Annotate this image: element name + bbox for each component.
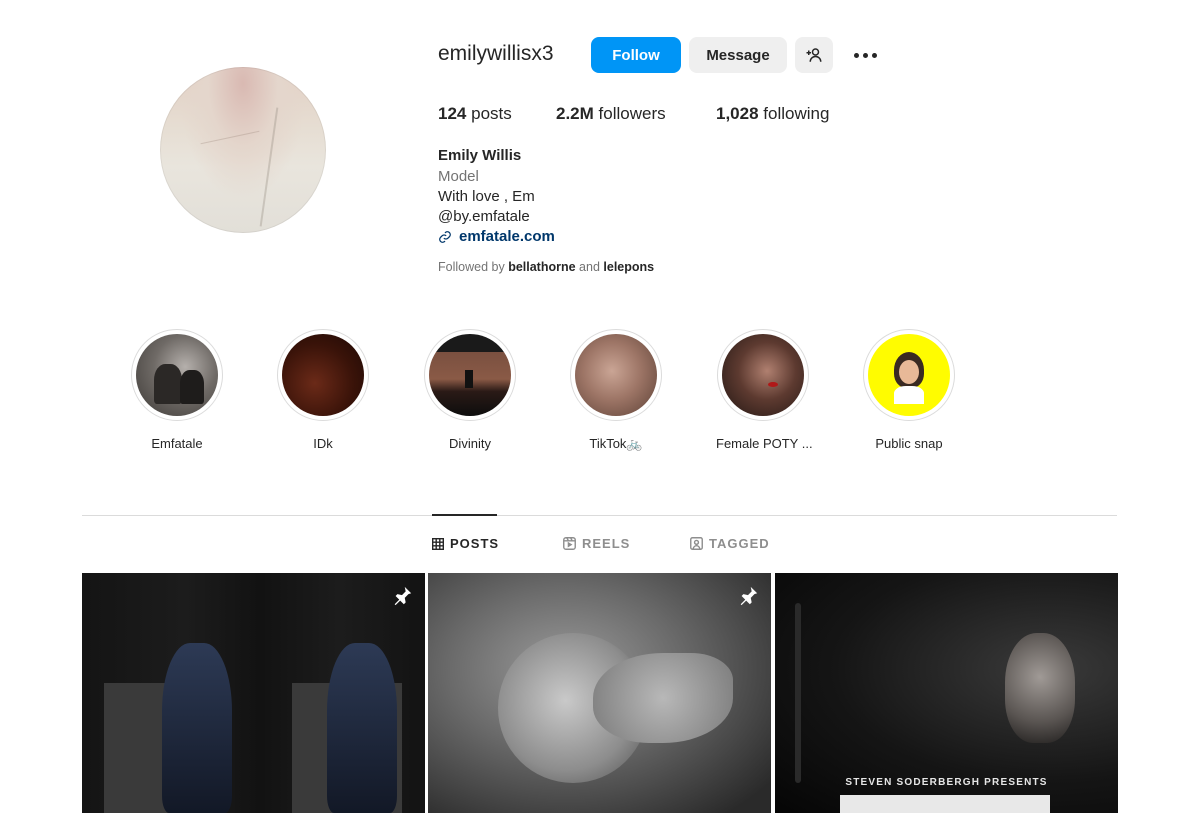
active-tab-indicator [432, 514, 497, 516]
highlight-label: Public snap [875, 436, 943, 451]
pin-icon [394, 586, 412, 606]
highlight-item[interactable]: TikTok🚲 [569, 329, 663, 452]
post-tile[interactable] [82, 573, 425, 813]
posts-count: 124 posts [438, 104, 512, 123]
followed-by[interactable]: Followed by bellathorne and lelepons [438, 260, 654, 274]
profile-category: Model [438, 168, 479, 185]
followed-by-user[interactable]: bellathorne [508, 260, 575, 274]
tab-tagged[interactable]: TAGGED [690, 536, 770, 551]
profile-full-name: Emily Willis [438, 147, 522, 164]
tabs-divider [82, 515, 1117, 516]
highlight-item[interactable]: Female POTY ... [716, 329, 813, 451]
highlight-label: TikTok🚲 [589, 436, 643, 451]
tab-reels[interactable]: REELS [563, 536, 630, 551]
post-overlay-text: STEVEN SODERBERGH PRESENTS [845, 777, 1048, 788]
highlight-item[interactable]: Divinity [423, 329, 517, 451]
highlight-label: IDk [313, 436, 333, 451]
highlight-label: Female POTY ... [716, 436, 813, 451]
options-button[interactable] [850, 40, 880, 70]
profile-avatar[interactable] [160, 67, 326, 233]
suggested-users-button[interactable] [795, 37, 833, 73]
bio-line: With love , Em [438, 188, 535, 205]
bio-external-link[interactable]: emfatale.com [438, 228, 555, 245]
add-person-icon [806, 48, 822, 62]
link-icon [439, 230, 451, 243]
pin-icon [740, 586, 758, 606]
post-tile[interactable] [428, 573, 771, 813]
more-dots-icon [853, 52, 859, 58]
profile-username: emilywillisx3 [438, 42, 554, 65]
highlight-label: Divinity [449, 436, 491, 451]
tab-posts[interactable]: POSTS [432, 536, 499, 551]
followed-by-user[interactable]: lelepons [603, 260, 654, 274]
reels-icon [563, 537, 576, 550]
followers-link[interactable]: 2.2M followers [556, 104, 666, 124]
bio-mention[interactable]: @by.emfatale [438, 208, 530, 225]
following-link[interactable]: 1,028 following [716, 104, 829, 124]
post-tile[interactable]: STEVEN SODERBERGH PRESENTS [775, 573, 1118, 813]
message-button[interactable]: Message [689, 37, 787, 73]
tagged-icon [690, 537, 703, 550]
follow-button[interactable]: Follow [591, 37, 681, 73]
highlight-label: Emfatale [151, 436, 203, 451]
grid-icon [432, 537, 444, 550]
highlight-item[interactable]: Emfatale [130, 329, 224, 451]
highlight-item[interactable]: IDk [276, 329, 370, 451]
highlight-item[interactable]: Public snap [862, 329, 956, 451]
